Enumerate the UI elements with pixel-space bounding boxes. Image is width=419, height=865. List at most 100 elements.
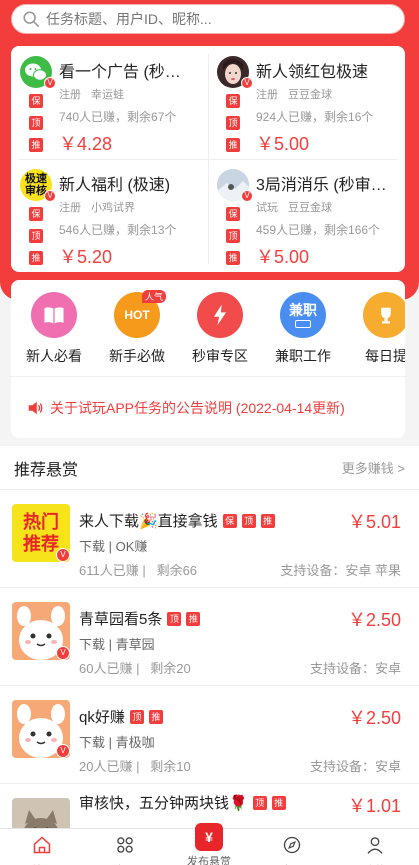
task-list: 热门推荐 V 来人下载🎉直接拿钱 保 顶 推 下载 | OK赚 611人已赚 |…	[0, 490, 419, 830]
tab-discover[interactable]: 发现	[262, 835, 322, 865]
quick-entry-label: 秒审专区	[192, 348, 248, 364]
search-icon	[23, 11, 40, 28]
tab-publish[interactable]: ¥ 发布悬赏	[179, 823, 239, 865]
search-bar[interactable]	[11, 4, 405, 34]
quick-entry-newbie-tasks[interactable]: HOT 人气 新手必做	[97, 290, 177, 366]
task-price: ￥2.50	[347, 708, 401, 728]
tag-bao: 保	[226, 94, 240, 108]
quick-entry-newbie-guide[interactable]: 新人必看	[14, 292, 94, 366]
verified-icon: V	[44, 190, 56, 202]
task-category: 注册	[59, 202, 81, 214]
featured-task-card[interactable]: V 保 顶 推 新人领红包极速 注册 豆豆金球 924人已赚，剩余16个 ￥5.0…	[208, 46, 405, 159]
tag-ding: 顶	[226, 229, 240, 243]
task-devices: 支持设备：安卓	[309, 759, 401, 774]
tag-tui: 推	[29, 138, 43, 152]
task-row[interactable]: V qk好赚 顶 推 下载 | 青极咖 20人已赚 | 剩余10 ￥2.50 支…	[0, 686, 419, 784]
task-stats: 459人已赚，剩余166个	[256, 223, 381, 237]
book-icon	[31, 292, 77, 338]
tag-tui: 推	[148, 709, 163, 724]
task-price: ￥5.00	[256, 134, 310, 154]
quick-entry-label: 每日提	[365, 348, 405, 364]
search-input[interactable]	[46, 11, 376, 27]
tag-ding: 顶	[129, 709, 144, 724]
task-stats: 740人已赚，剩余67个	[59, 110, 177, 124]
tag-bao: 保	[29, 94, 43, 108]
job-icon: 兼职	[280, 292, 326, 338]
cat-photo-thumb	[12, 798, 70, 830]
user-icon	[367, 837, 383, 854]
task-type: 下载	[79, 735, 106, 750]
tab-mine[interactable]: 我的	[345, 835, 405, 865]
tag-tui: 推	[226, 251, 240, 265]
verified-icon: V	[56, 646, 70, 660]
section-title: 推荐悬赏	[14, 461, 79, 479]
task-price: ￥5.20	[59, 247, 113, 267]
task-publisher: 青草园	[115, 637, 155, 652]
task-earned: 20人已赚	[79, 759, 133, 774]
task-category: 注册	[59, 89, 81, 101]
task-title: 新人领红包极速	[256, 64, 369, 81]
task-row[interactable]: V 青草园看5条 顶 推 下载 | 青草园 60人已赚 | 剩余20 ￥2.50…	[0, 588, 419, 686]
task-publisher: 幸运蛙	[91, 89, 124, 101]
task-remain: 剩余10	[150, 759, 191, 774]
task-devices: 支持设备：安卓	[309, 661, 401, 676]
featured-task-card[interactable]: V 保 顶 推 看一个广告 (秒… 注册 幸运蛙 740人已赚，剩余67个 ￥4.…	[11, 46, 208, 159]
featured-tasks: V 保 顶 推 看一个广告 (秒… 注册 幸运蛙 740人已赚，剩余67个 ￥4.…	[11, 46, 405, 272]
task-row[interactable]: 热门推荐 V 来人下载🎉直接拿钱 保 顶 推 下载 | OK赚 611人已赚 |…	[0, 490, 419, 588]
tag-bao: 保	[222, 513, 237, 528]
task-publisher: 豆豆金球	[288, 89, 332, 101]
tag-ding: 顶	[167, 611, 182, 626]
task-type: 下载	[79, 637, 106, 652]
task-price: ￥2.50	[347, 610, 401, 630]
tag-bao: 保	[226, 207, 240, 221]
tab-hall[interactable]: 大厅	[95, 835, 155, 865]
compass-icon	[283, 836, 301, 854]
tag-tui: 推	[260, 513, 275, 528]
lightning-icon	[197, 292, 243, 338]
tab-label: 发布悬赏	[187, 856, 231, 865]
featured-task-card[interactable]: 极速审核 V 保 顶 推 新人福利 (极速) 注册 小鸡试界 546人已赚，剩余1…	[11, 159, 208, 272]
tag-ding: 顶	[241, 513, 256, 528]
task-stats: 924人已赚，剩余16个	[256, 110, 374, 124]
task-earned: 60人已赚	[79, 661, 133, 676]
quick-entry-part-time[interactable]: 兼职 兼职工作	[263, 292, 343, 366]
task-name: qk好赚	[79, 709, 125, 726]
task-price: ￥4.28	[59, 134, 113, 154]
tag-ding: 顶	[252, 795, 267, 810]
quick-entry-daily[interactable]: 每日提	[346, 292, 405, 366]
task-name: 审核快，五分钟两块钱🌹	[79, 795, 248, 812]
tag-ding: 顶	[29, 229, 43, 243]
verified-icon: V	[241, 190, 253, 202]
trophy-icon	[363, 292, 405, 338]
task-earned: 611人已赚	[79, 563, 139, 578]
tab-home[interactable]: 首页	[12, 835, 72, 865]
bottom-tab-bar: 首页 大厅 ¥ 发布悬赏 发现 我的	[0, 823, 419, 865]
divider	[11, 376, 405, 377]
tag-bao: 保	[29, 207, 43, 221]
task-devices: 支持设备：安卓 苹果	[280, 563, 401, 578]
recommend-header: 推荐悬赏 更多赚钱 >	[0, 446, 419, 490]
quick-entry-fast-review[interactable]: 秒审专区	[180, 292, 260, 366]
task-title: 看一个广告 (秒…	[59, 64, 181, 81]
task-category: 注册	[256, 89, 278, 101]
more-link[interactable]: 更多赚钱 >	[342, 458, 405, 477]
popular-badge: 人气	[141, 290, 166, 303]
task-title: 新人福利 (极速)	[59, 177, 171, 194]
tag-tui: 推	[271, 795, 286, 810]
grid-icon	[117, 837, 133, 853]
task-publisher: 小鸡试界	[91, 202, 135, 214]
quick-entry-label: 新手必做	[109, 348, 165, 364]
announcement[interactable]: 关于试玩APP任务的公告说明 (2022-04-14更新)	[26, 398, 345, 418]
task-price: ￥1.01	[347, 796, 401, 816]
quick-entry-panel: 新人必看 HOT 人气 新手必做 秒审专区 兼职 兼职工作 每日提 关于试玩AP…	[11, 280, 405, 438]
verified-icon: V	[44, 77, 56, 89]
featured-task-card[interactable]: V 保 顶 推 3局消消乐 (秒审… 试玩 豆豆金球 459人已赚，剩余166个 …	[208, 159, 405, 272]
verified-icon: V	[56, 548, 70, 562]
hot-icon: HOT 人气	[114, 290, 166, 338]
task-price: ￥5.00	[256, 247, 310, 267]
quick-entry-label: 兼职工作	[275, 348, 331, 364]
speaker-icon	[28, 401, 43, 415]
task-category: 试玩	[256, 202, 278, 214]
home-icon	[33, 836, 51, 854]
task-type: 下载	[79, 539, 106, 554]
